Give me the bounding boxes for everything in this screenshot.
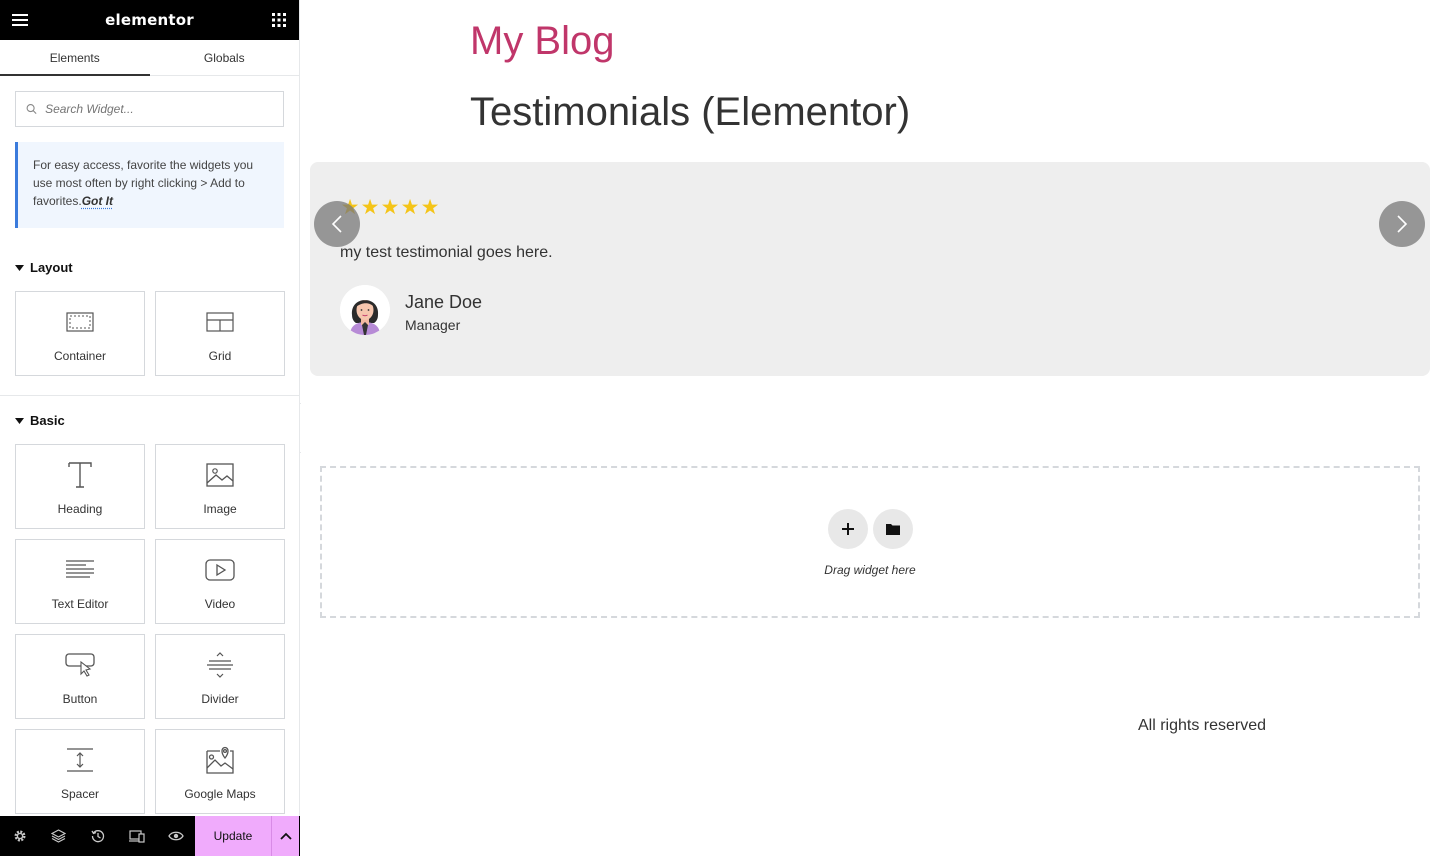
hamburger-menu-icon[interactable] [12,12,28,28]
category-basic-title: Basic [30,413,65,428]
search-box [15,91,284,127]
button-icon [65,651,95,679]
avatar [340,285,390,335]
category-layout-header[interactable]: Layout [0,260,299,275]
chevron-up-icon[interactable] [271,816,299,856]
folder-icon [886,524,900,535]
history-icon[interactable] [78,816,117,856]
widget-label: Button [62,692,98,706]
page-title[interactable]: Testimonials (Elementor) [470,90,910,135]
caret-down-icon [15,417,24,424]
testimonial-carousel[interactable]: ★ ★ ★ ★ ★ my test testimonial goes here.… [310,162,1430,376]
chevron-left-icon [331,215,342,233]
star-icon: ★ [400,196,420,219]
chevron-right-icon [1397,215,1408,233]
text-editor-icon [66,556,94,584]
category-layout-title: Layout [30,260,73,275]
caret-down-icon [15,264,24,271]
widget-text-editor[interactable]: Text Editor [15,539,145,624]
testimonial-name: Jane Doe [405,292,483,312]
carousel-prev-button[interactable] [314,201,360,247]
search-widget-input[interactable] [45,102,273,116]
widget-heading[interactable]: Heading [15,444,145,529]
panel-header: elementor [0,0,299,40]
spacer-icon [66,746,94,774]
page-preview: My Blog Testimonials (Elementor) ★ ★ ★ ★… [301,0,1440,856]
video-icon [205,556,235,584]
widget-label: Spacer [60,787,100,801]
layout-widgets-grid: Container Grid [0,291,299,376]
tab-globals[interactable]: Globals [150,40,300,75]
plus-icon [842,523,854,535]
panel-footer: Update [0,816,300,856]
google-maps-icon [206,746,234,774]
apps-grid-icon[interactable] [271,12,287,28]
tip-text: For easy access, favorite the widgets yo… [33,158,254,208]
star-icon: ★ [420,196,440,219]
star-icon: ★ [360,196,380,219]
image-icon [206,461,234,489]
tab-elements[interactable]: Elements [0,40,150,76]
widget-grid[interactable]: Grid [155,291,285,376]
widget-label: Text Editor [51,597,109,611]
widget-label: Divider [201,692,239,706]
heading-icon [66,461,94,489]
container-icon [66,308,94,336]
widget-label: Image [203,502,237,516]
divider-icon [206,651,234,679]
widget-container[interactable]: Container [15,291,145,376]
grid-icon [206,308,234,336]
widget-divider[interactable]: Divider [155,634,285,719]
site-title[interactable]: My Blog [470,19,615,64]
panel-tabs: Elements Globals [0,40,299,76]
responsive-mode-icon[interactable] [117,816,156,856]
search-icon [26,104,37,115]
editor-panel: elementor Elements Globals For easy acce… [0,0,300,856]
widget-label: Grid [208,349,232,363]
preview-eye-icon[interactable] [156,816,195,856]
empty-section-drop-zone[interactable]: Drag widget here [320,466,1420,618]
add-template-button[interactable] [873,509,913,549]
testimonial-text: my test testimonial goes here. [340,244,553,261]
add-section-button[interactable] [828,509,868,549]
widget-button[interactable]: Button [15,634,145,719]
layers-icon[interactable] [39,816,78,856]
widget-google-maps[interactable]: Google Maps [155,729,285,814]
widget-spacer[interactable]: Spacer [15,729,145,814]
update-button[interactable]: Update [195,816,271,856]
widget-label: Heading [57,502,103,516]
settings-gear-icon[interactable] [0,816,39,856]
carousel-next-button[interactable] [1379,201,1425,247]
footer-copyright: All rights reserved [1138,717,1267,734]
basic-widgets-grid: Heading Image Text Editor Video Button D… [0,444,299,814]
category-basic-header[interactable]: Basic [0,413,299,428]
widget-image[interactable]: Image [155,444,285,529]
elementor-logo: elementor [105,11,194,29]
favorites-tip: For easy access, favorite the widgets yo… [15,142,284,228]
widget-label: Container [53,349,107,363]
widget-label: Google Maps [184,787,256,801]
widget-label: Video [204,597,236,611]
star-icon: ★ [380,196,400,219]
widget-video[interactable]: Video [155,539,285,624]
drag-widget-hint: Drag widget here [824,563,916,577]
got-it-link[interactable]: Got It [82,194,113,208]
testimonial-role: Manager [405,317,461,333]
